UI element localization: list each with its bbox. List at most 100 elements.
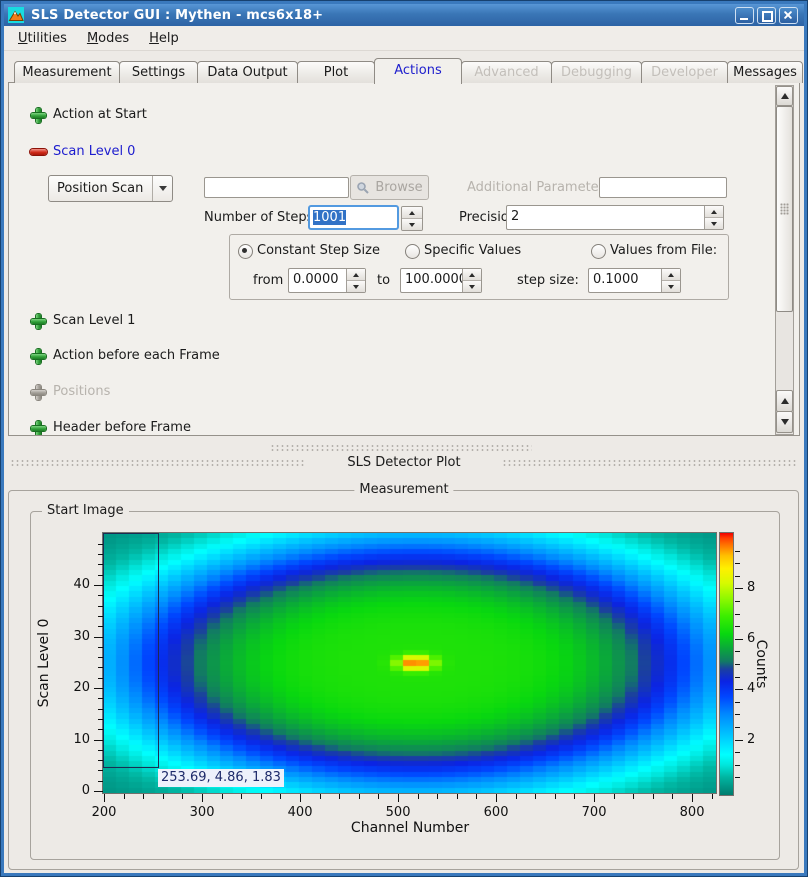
precision-up-button[interactable] [705, 206, 723, 217]
steps-down-button[interactable] [402, 218, 422, 230]
arrow-up-icon [781, 93, 789, 99]
to-down-button[interactable] [463, 280, 481, 292]
menu-help[interactable]: Help [140, 29, 188, 48]
step-size-up-button[interactable] [662, 269, 680, 280]
colorbar-minor-tick [735, 651, 740, 652]
x-minor-tick [672, 794, 673, 799]
expand-scan-level-1-icon[interactable] [31, 314, 46, 329]
colorbar-tick-label: 4 [747, 680, 771, 697]
tab-developer[interactable]: Developer [641, 61, 728, 83]
expand-action-at-start-icon[interactable] [31, 108, 46, 123]
expand-header-before-frame-icon[interactable] [31, 421, 46, 436]
tab-debugging[interactable]: Debugging [551, 61, 642, 83]
colorbar-minor-tick [735, 664, 740, 665]
menubar: Utilities Modes Help [4, 26, 804, 51]
tab-advanced[interactable]: Advanced [461, 61, 552, 83]
tab-actions[interactable]: Actions [374, 58, 462, 84]
scan-script-input[interactable] [204, 177, 349, 198]
tab-plot[interactable]: Plot [297, 61, 375, 83]
from-up-button[interactable] [347, 269, 365, 280]
x-minor-tick [712, 794, 713, 799]
steps-up-button[interactable] [402, 207, 422, 218]
x-tick-label: 400 [280, 804, 320, 821]
maximize-button[interactable] [757, 7, 776, 24]
x-minor-tick [320, 794, 321, 799]
header-before-frame-label[interactable]: Header before Frame [53, 419, 191, 436]
scroll-up-button-bottom[interactable] [776, 390, 793, 412]
minimize-button[interactable] [735, 7, 754, 24]
cursor-position-tooltip: 253.69, 4.86, 1.83 [158, 769, 284, 787]
y-minor-tick [98, 544, 103, 545]
precision-down-button[interactable] [705, 217, 723, 229]
menu-utilities[interactable]: Utilities [9, 29, 76, 48]
expand-action-before-frame-icon[interactable] [31, 349, 46, 364]
from-down-button[interactable] [347, 280, 365, 292]
y-minor-tick [98, 667, 103, 668]
constant-step-size-label[interactable]: Constant Step Size [257, 242, 380, 260]
scroll-up-button[interactable] [776, 86, 793, 106]
step-size-down-button[interactable] [662, 280, 680, 292]
colorbar-tick-label: 6 [747, 630, 771, 647]
x-minor-tick [516, 794, 517, 799]
scan-level-0-label[interactable]: Scan Level 0 [53, 143, 135, 161]
y-minor-tick [98, 729, 103, 730]
values-from-file-radio[interactable] [591, 244, 606, 259]
precision-spinbox[interactable]: 2 [506, 205, 724, 230]
specific-values-radio[interactable] [405, 244, 420, 259]
x-tick-label: 700 [574, 804, 614, 821]
collapse-scan-level-0-icon[interactable] [30, 149, 47, 155]
tab-data-output[interactable]: Data Output [197, 61, 298, 83]
scan-mode-select[interactable]: Position Scan [48, 175, 173, 202]
colorbar-minor-tick [735, 601, 740, 602]
to-spinbox[interactable]: 100.0000 [400, 268, 482, 293]
scrollbar-thumb[interactable] [776, 106, 793, 312]
from-spinbox[interactable]: 0.0000 [288, 268, 366, 293]
splitter-handle[interactable] [270, 444, 532, 452]
action-before-frame-label[interactable]: Action before each Frame [53, 347, 220, 365]
x-minor-tick [457, 794, 458, 799]
actions-panel: Action at Start Scan Level 0 Position Sc… [8, 82, 800, 436]
precision-value[interactable]: 2 [507, 206, 704, 229]
number-of-steps-spinbox[interactable]: 1001 [308, 205, 423, 231]
x-tick-label: 200 [84, 804, 124, 821]
from-value[interactable]: 0.0000 [289, 269, 346, 292]
x-tick-label: 300 [182, 804, 222, 821]
colorbar-minor-tick [735, 752, 740, 753]
x-minor-tick [143, 794, 144, 799]
values-from-file-label[interactable]: Values from File: [610, 242, 717, 260]
step-size-spinbox[interactable]: 0.1000 [588, 268, 681, 293]
colorbar-minor-tick [735, 563, 740, 564]
additional-parameter-input[interactable] [599, 177, 727, 198]
tabbar: Measurement Settings Data Output Plot Ac… [14, 61, 802, 83]
close-button[interactable] [779, 7, 798, 24]
constant-step-size-radio[interactable] [238, 244, 253, 259]
to-value[interactable]: 100.0000 [401, 269, 462, 292]
tab-settings[interactable]: Settings [119, 61, 198, 83]
tab-measurement[interactable]: Measurement [14, 61, 120, 83]
menu-modes[interactable]: Modes [78, 29, 138, 48]
to-up-button[interactable] [463, 269, 481, 280]
chevron-down-icon[interactable] [152, 176, 172, 201]
x-minor-tick [555, 794, 556, 799]
x-minor-tick [124, 794, 125, 799]
scroll-down-button[interactable] [776, 411, 793, 433]
action-at-start-label[interactable]: Action at Start [53, 106, 147, 124]
heatmap-canvas[interactable] [103, 533, 716, 793]
zoom-selection-rect [103, 533, 159, 768]
tab-messages[interactable]: Messages [727, 61, 803, 83]
y-minor-tick [98, 781, 103, 782]
y-tick-mark [94, 740, 103, 741]
x-minor-tick [633, 794, 634, 799]
number-of-steps-value[interactable]: 1001 [308, 205, 399, 230]
positions-label: Positions [53, 383, 110, 401]
colorbar-tick-mark [735, 740, 743, 741]
y-minor-tick [98, 595, 103, 596]
vertical-scrollbar[interactable] [775, 85, 794, 435]
colorbar-minor-tick [735, 765, 740, 766]
scan-level-1-label[interactable]: Scan Level 1 [53, 312, 135, 330]
step-size-value[interactable]: 0.1000 [589, 269, 661, 292]
y-minor-tick [98, 709, 103, 710]
y-tick-label: 30 [56, 628, 90, 645]
titlebar[interactable]: SLS Detector GUI : Mythen - mcs6x18+ [4, 4, 804, 26]
specific-values-label[interactable]: Specific Values [424, 242, 521, 260]
